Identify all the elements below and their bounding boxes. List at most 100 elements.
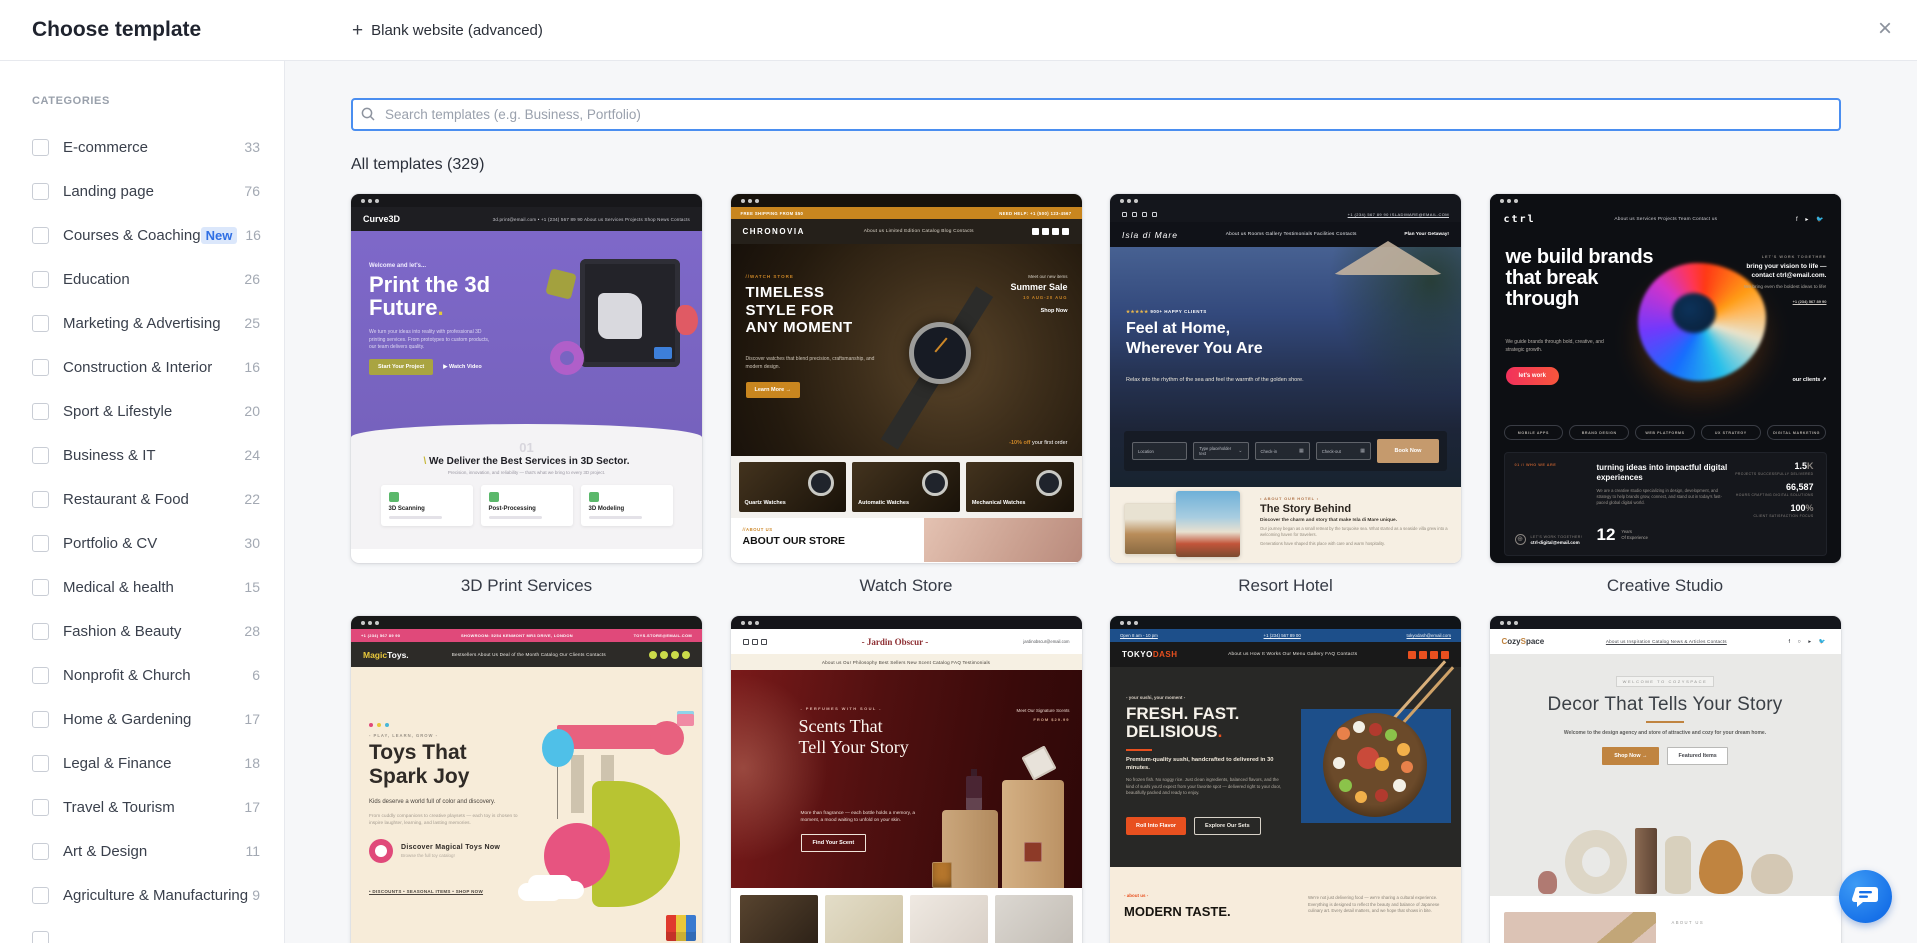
sidebar-item-fashion-beauty[interactable]: Fashion & Beauty 28 — [0, 609, 284, 653]
all-templates-count: All templates (329) — [351, 156, 1841, 174]
checkbox[interactable] — [32, 447, 49, 464]
sushi-illustration — [1301, 709, 1451, 823]
site-cta-button: let's work — [1506, 367, 1559, 385]
template-card-cozyspace[interactable]: CozySpace About us Inspiration Catalog N… — [1490, 616, 1841, 943]
browser-dots-icon — [1500, 199, 1504, 203]
template-card-tokyodash[interactable]: Open 8 am - 10 pm +1 (234) 567 89 00 tok… — [1110, 616, 1461, 943]
plus-icon: + — [352, 21, 363, 40]
templates-main: All templates (329) Curve3D 3d.print@ema… — [285, 61, 1917, 943]
template-title: Resort Hotel — [1110, 576, 1461, 596]
template-thumbnail[interactable]: - Jardin Obscur - jardinobscur@email.com… — [731, 616, 1082, 943]
templates-grid: Curve3D 3d.print@email.com • +1 (234) 56… — [351, 194, 1841, 943]
browser-dots-icon — [361, 621, 365, 625]
checkbox[interactable] — [32, 535, 49, 552]
checkbox[interactable] — [32, 227, 49, 244]
checkbox[interactable] — [32, 843, 49, 860]
site-nav: About us How It Works Our Menu Gallery F… — [1228, 652, 1357, 657]
chat-widget-button[interactable] — [1839, 870, 1892, 923]
template-card-magictoys[interactable]: +1 (234) 567 89 90 SHOWROOM: 5254 KENMON… — [351, 616, 702, 943]
about-section: ABOUT US — [1490, 896, 1841, 943]
sidebar-item-sport-lifestyle[interactable]: Sport & Lifestyle 20 — [0, 389, 284, 433]
template-thumbnail[interactable]: +1 (234) 567 89 90 ISLADIMARE@EMAIL.COM … — [1110, 194, 1461, 563]
sidebar-item-legal-finance[interactable]: Legal & Finance 18 — [0, 741, 284, 785]
dialog-header: Choose template + Blank website (advance… — [0, 0, 1917, 61]
checkbox[interactable] — [32, 667, 49, 684]
checkbox[interactable] — [32, 931, 49, 943]
sidebar-item-education[interactable]: Education 26 — [0, 257, 284, 301]
who-we-are-section: 01 // WHO WE ARE turning ideas into impa… — [1504, 452, 1827, 556]
blank-website-label: Blank website (advanced) — [371, 22, 543, 39]
browser-dots-icon — [361, 199, 365, 203]
template-thumbnail[interactable]: Curve3D 3d.print@email.com • +1 (234) 56… — [351, 194, 702, 563]
checkbox[interactable] — [32, 271, 49, 288]
gift-icon — [677, 711, 694, 726]
template-title: Creative Studio — [1490, 576, 1841, 596]
hero-section: we build brands that break through LET'S… — [1490, 231, 1841, 421]
sidebar-item-business-it[interactable]: Business & IT 24 — [0, 433, 284, 477]
sidebar-item-art-design[interactable]: Art & Design 11 — [0, 829, 284, 873]
template-card-creative-studio[interactable]: ctrl About us Services Projects Team Con… — [1490, 194, 1841, 596]
template-card-watch-store[interactable]: FREE SHIPPING FROM $50 NEED HELP: +1 (50… — [731, 194, 1082, 596]
sidebar-item-construction-interior[interactable]: Construction & Interior 16 — [0, 345, 284, 389]
template-thumbnail[interactable]: +1 (234) 567 89 90 SHOWROOM: 5254 KENMON… — [351, 616, 702, 943]
book-now-button: Book Now — [1377, 439, 1439, 463]
sidebar-item-courses-coaching[interactable]: Courses & Coaching New 16 — [0, 213, 284, 257]
checkbox[interactable] — [32, 491, 49, 508]
sidebar-item-home-gardening[interactable]: Home & Gardening 17 — [0, 697, 284, 741]
sidebar-item-nonprofit-church[interactable]: Nonprofit & Church 6 — [0, 653, 284, 697]
toy-badge-icon — [369, 839, 393, 863]
checkbox[interactable] — [32, 579, 49, 596]
sidebar-item-portfolio-cv[interactable]: Portfolio & CV 30 — [0, 521, 284, 565]
sidebar-item-landing-page[interactable]: Landing page 76 — [0, 169, 284, 213]
sidebar-item-ecommerce[interactable]: E-commerce 33 — [0, 125, 284, 169]
search-input[interactable] — [351, 98, 1841, 131]
checkbox[interactable] — [32, 887, 49, 904]
template-card-3d-print-services[interactable]: Curve3D 3d.print@email.com • +1 (234) 56… — [351, 194, 702, 596]
checkbox[interactable] — [32, 623, 49, 640]
site-nav: About us Services Projects Team Contact … — [1614, 217, 1717, 222]
photo-strip — [731, 888, 1082, 943]
checkbox[interactable] — [32, 799, 49, 816]
template-thumbnail[interactable]: FREE SHIPPING FROM $50 NEED HELP: +1 (50… — [731, 194, 1082, 563]
site-logo: - Jardin Obscur - — [862, 637, 929, 647]
checkbox[interactable] — [32, 139, 49, 156]
site-secondary-button: Featured Items — [1667, 747, 1727, 765]
close-icon[interactable]: × — [1871, 16, 1899, 44]
products-strip: Quartz Watches Automatic Watches Mechani… — [731, 456, 1082, 518]
blank-website-button[interactable]: + Blank website (advanced) — [352, 0, 543, 61]
checkbox[interactable] — [32, 359, 49, 376]
watch-video-link: ▶ Watch Video — [443, 364, 481, 370]
cloud-icon — [518, 883, 562, 901]
printer-illustration — [580, 259, 680, 367]
template-thumbnail[interactable]: CozySpace About us Inspiration Catalog N… — [1490, 616, 1841, 943]
sidebar-item-agriculture-manufacturing[interactable]: Agriculture & Manufacturing 9 — [0, 873, 284, 917]
checkbox[interactable] — [32, 403, 49, 420]
categories-sidebar: CATEGORIES E-commerce 33 Landing page 76… — [0, 61, 285, 943]
sidebar-item-marketing-advertising[interactable]: Marketing & Advertising 25 — [0, 301, 284, 345]
site-logo: ctrl — [1504, 214, 1536, 225]
browser-dots-icon — [1120, 621, 1124, 625]
site-logo: TOKYODASH — [1122, 650, 1177, 659]
template-card-resort-hotel[interactable]: +1 (234) 567 89 90 ISLADIMARE@EMAIL.COM … — [1110, 194, 1461, 596]
social-icons — [1032, 228, 1069, 235]
sidebar-item-medical-health[interactable]: Medical & health 15 — [0, 565, 284, 609]
site-nav: About us Inspiration Catalog News & Arti… — [1606, 639, 1727, 644]
checkbox[interactable] — [32, 315, 49, 332]
pedestal-shape — [1002, 780, 1064, 888]
feature-icon — [589, 492, 599, 502]
template-card-jardin-obscur[interactable]: - Jardin Obscur - jardinobscur@email.com… — [731, 616, 1082, 943]
sidebar-item-restaurant-food[interactable]: Restaurant & Food 22 — [0, 477, 284, 521]
template-thumbnail[interactable]: ctrl About us Services Projects Team Con… — [1490, 194, 1841, 563]
checkbox[interactable] — [32, 183, 49, 200]
checkin-field: Check-in▦ — [1255, 442, 1310, 460]
sidebar-item-partial[interactable] — [0, 917, 284, 943]
checkbox[interactable] — [32, 711, 49, 728]
sidebar-item-travel-tourism[interactable]: Travel & Tourism 17 — [0, 785, 284, 829]
about-section: - about us - MODERN TASTE. We're not jus… — [1110, 867, 1461, 943]
about-section: • ABOUT OUR HOTEL • The Story Behind Dis… — [1110, 487, 1461, 563]
checkbox[interactable] — [32, 755, 49, 772]
template-thumbnail[interactable]: Open 8 am - 10 pm +1 (234) 567 89 00 tok… — [1110, 616, 1461, 943]
site-cta-button: Find Your Scent — [801, 834, 867, 852]
site-logo: Isla di Mare — [1122, 230, 1178, 240]
vases-illustration — [1490, 792, 1841, 896]
